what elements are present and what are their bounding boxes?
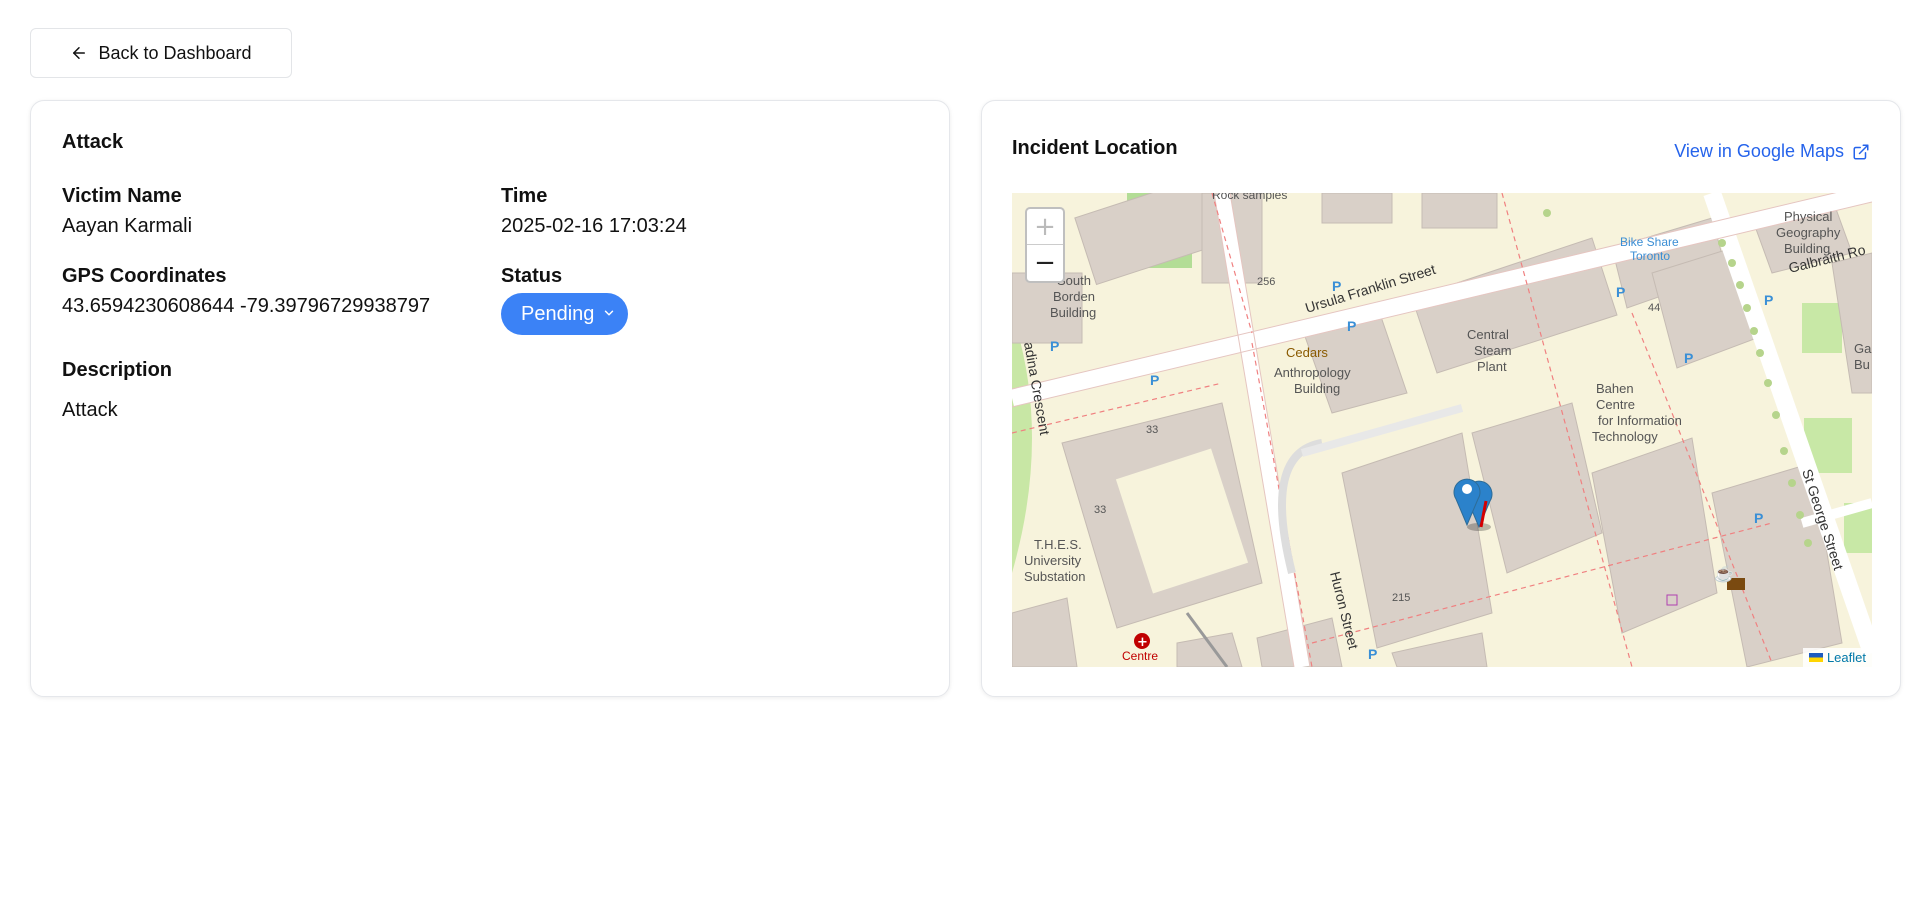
svg-text:256: 256 [1257,276,1275,288]
status-label: Status [501,265,563,287]
svg-text:P: P [1347,318,1356,334]
svg-text:Anthropology: Anthropology [1274,365,1351,380]
svg-text:Cedars: Cedars [1286,345,1328,360]
svg-text:P: P [1616,284,1625,300]
svg-text:33: 33 [1146,424,1158,436]
svg-text:Centre: Centre [1122,649,1158,663]
leaflet-link[interactable]: Leaflet [1827,650,1866,665]
zoom-out-button[interactable]: − [1027,245,1063,281]
map-tiles: Rock samples South Borden Building Ursul… [1012,193,1872,667]
incident-details-card: Attack Victim Name Aayan Karmali Time 20… [30,100,950,697]
external-link-icon [1853,144,1869,159]
description-value: Attack [62,399,118,421]
svg-text:+: + [1137,635,1148,650]
map-attribution[interactable]: Leaflet [1802,648,1872,667]
svg-text:P: P [1150,372,1159,388]
svg-text:Steam: Steam [1474,343,1512,358]
svg-text:Central: Central [1467,327,1509,342]
time-label: Time [501,185,548,207]
svg-text:P: P [1050,338,1059,354]
gps-coordinates-value: 43.6594230608644 -79.39796729938797 [62,295,431,317]
svg-text:Ga: Ga [1854,341,1872,356]
incident-map[interactable]: Rock samples South Borden Building Ursul… [1012,193,1872,667]
chevron-down-icon [604,310,614,316]
svg-text:Bu: Bu [1854,357,1870,372]
location-pin-icon[interactable] [1452,475,1486,531]
incident-location-card: Incident Location View in Google Maps Ro… [981,100,1901,697]
status-value: Pending [521,302,595,325]
back-to-dashboard-label: Back to Dashboard [98,42,252,63]
incident-location-title: Incident Location [1012,137,1178,159]
svg-text:Borden: Borden [1053,289,1095,304]
arrow-left-icon [73,47,86,59]
zoom-in-button[interactable]: + [1027,209,1063,245]
zoom-control: + − [1025,207,1065,283]
svg-text:Building: Building [1294,381,1340,396]
svg-text:P: P [1684,350,1693,366]
incident-title: Attack [62,131,124,153]
view-in-google-maps-label: View in Google Maps [1674,141,1844,161]
svg-text:P: P [1754,510,1763,526]
svg-text:Rock samples: Rock samples [1212,193,1287,202]
svg-text:Substation: Substation [1024,569,1085,584]
status-select[interactable]: Pending [501,293,628,335]
svg-text:☕: ☕ [1714,564,1734,583]
victim-name-label: Victim Name [62,185,182,207]
svg-text:215: 215 [1392,592,1410,604]
time-value: 2025-02-16 17:03:24 [501,215,687,237]
svg-text:Building: Building [1050,305,1096,320]
svg-text:Plant: Plant [1477,359,1507,374]
gps-coordinates-label: GPS Coordinates [62,265,227,287]
svg-text:Geography: Geography [1776,225,1841,240]
svg-text:Technology: Technology [1592,429,1658,444]
victim-name-value: Aayan Karmali [62,215,193,237]
svg-text:for Information: for Information [1598,413,1682,428]
svg-text:University: University [1024,553,1082,568]
svg-text:44: 44 [1648,302,1660,314]
svg-text:Toronto: Toronto [1630,249,1670,263]
svg-text:Bahen: Bahen [1596,381,1634,396]
back-to-dashboard-button[interactable]: Back to Dashboard [30,28,292,78]
svg-text:Physical: Physical [1784,209,1833,224]
svg-text:Bike Share: Bike Share [1620,235,1679,249]
svg-text:P: P [1368,646,1377,662]
ukraine-flag-icon [1808,653,1823,662]
svg-text:P: P [1332,278,1341,294]
svg-text:33: 33 [1094,504,1106,516]
svg-text:Centre: Centre [1596,397,1635,412]
svg-text:T.H.E.S.: T.H.E.S. [1034,537,1082,552]
description-label: Description [62,359,173,381]
view-in-google-maps-link[interactable]: View in Google Maps [1674,141,1870,162]
svg-text:P: P [1764,292,1773,308]
